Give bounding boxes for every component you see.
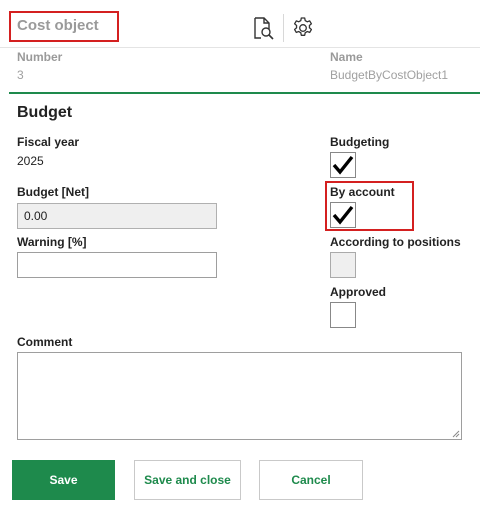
name-value: BudgetByCostObject1 — [330, 68, 449, 82]
fiscal-year-label: Fiscal year — [17, 135, 80, 149]
number-label: Number — [17, 50, 63, 64]
by-account-checkbox[interactable] — [330, 202, 356, 228]
icon-divider — [283, 14, 284, 42]
budget-section-title: Budget — [17, 104, 73, 121]
warning-label: Warning [%] — [17, 235, 87, 249]
page-title: Cost object — [17, 17, 99, 34]
budgeting-checkbox[interactable] — [330, 152, 356, 178]
approved-checkbox[interactable] — [330, 302, 356, 328]
fiscal-year-value: 2025 — [17, 154, 44, 168]
save-and-close-button[interactable]: Save and close — [134, 460, 241, 500]
resize-grip-icon[interactable] — [452, 430, 460, 438]
header-separator — [0, 47, 480, 48]
name-label: Name — [330, 50, 363, 64]
by-account-label: By account — [330, 185, 395, 199]
comment-label: Comment — [17, 335, 73, 349]
according-to-positions-checkbox[interactable] — [330, 252, 356, 278]
comment-textarea[interactable] — [17, 352, 462, 440]
warning-field[interactable] — [17, 252, 217, 278]
document-search-icon[interactable] — [249, 14, 277, 42]
according-to-positions-label: According to positions — [330, 235, 461, 249]
budget-net-field[interactable]: 0.00 — [17, 203, 217, 229]
approved-label: Approved — [330, 285, 387, 299]
budget-net-label: Budget [Net] — [17, 185, 89, 199]
save-button[interactable]: Save — [12, 460, 115, 500]
number-value: 3 — [17, 68, 24, 82]
cancel-button[interactable]: Cancel — [259, 460, 363, 500]
checkmark-icon — [332, 205, 354, 225]
gear-icon[interactable] — [289, 14, 317, 42]
section-divider — [9, 92, 480, 94]
budgeting-label: Budgeting — [330, 135, 390, 149]
checkmark-icon — [332, 155, 354, 175]
